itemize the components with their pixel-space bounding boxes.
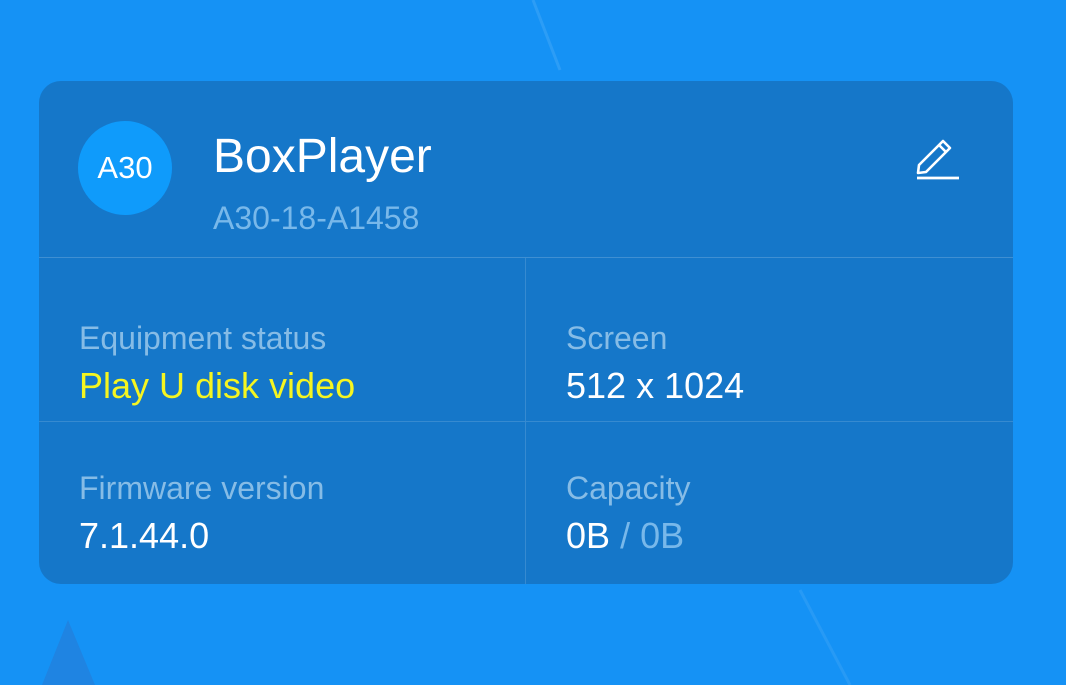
firmware-label: Firmware version (79, 470, 325, 506)
screen-value: 512 x 1024 (566, 365, 745, 406)
firmware-value: 7.1.44.0 (79, 515, 210, 556)
screen-label: Screen (566, 320, 668, 356)
pencil-icon (916, 139, 959, 180)
device-card: A30 BoxPlayer A30-18-A1458 Equipment sta… (39, 81, 1013, 584)
equipment-status-label: Equipment status (79, 320, 327, 356)
firmware-cell: Firmware version 7.1.44.0 (39, 422, 525, 584)
capacity-label: Capacity (566, 470, 691, 506)
capacity-used: 0B (566, 515, 611, 556)
device-serial: A30-18-A1458 (213, 200, 420, 236)
equipment-status-cell: Equipment status Play U disk video (39, 258, 525, 422)
capacity-separator: / (620, 515, 631, 556)
device-name: BoxPlayer (213, 130, 432, 183)
avatar-text: A30 (97, 150, 153, 185)
device-avatar: A30 (78, 121, 172, 215)
capacity-total: 0B (640, 515, 685, 556)
capacity-cell: Capacity 0B / 0B (525, 422, 1013, 584)
device-header: A30 BoxPlayer A30-18-A1458 (39, 81, 1013, 258)
screen-cell: Screen 512 x 1024 (525, 258, 1013, 422)
capacity-value: 0B / 0B (566, 515, 684, 557)
equipment-status-value: Play U disk video (79, 365, 356, 406)
edit-button[interactable] (909, 129, 969, 183)
